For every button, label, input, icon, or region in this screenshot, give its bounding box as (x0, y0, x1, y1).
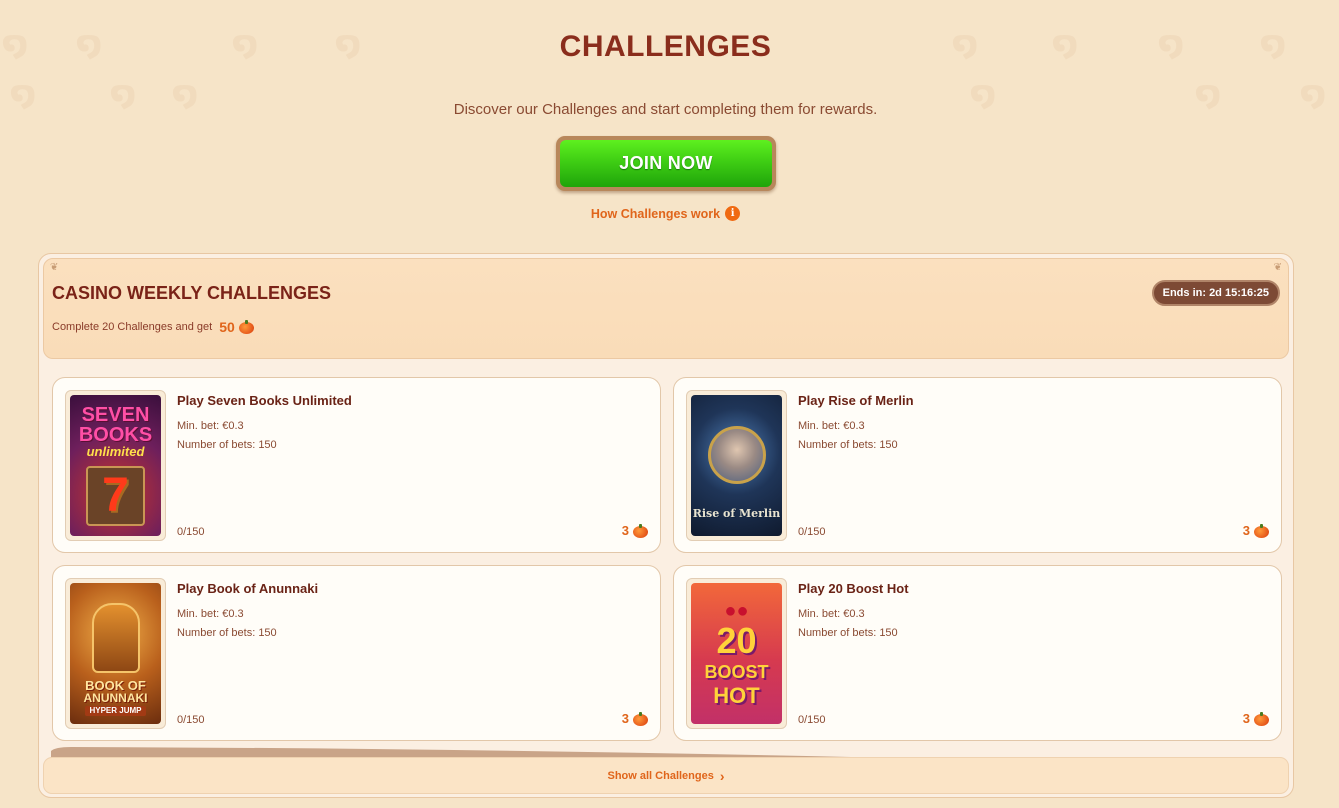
pumpkin-icon (238, 320, 254, 334)
challenge-name: Play Rise of Merlin (798, 393, 914, 408)
min-bet: Min. bet: €0.3 (177, 608, 244, 620)
show-all-label: Show all Challenges (607, 769, 714, 782)
challenge-reward: 3 (1243, 523, 1269, 538)
art-title-line: 20 (716, 619, 757, 661)
art-subtitle-line: HYPER JUMP (85, 706, 146, 716)
panel-subtitle: Complete 20 Challenges and get 50 (52, 319, 254, 335)
challenge-progress: 0/150 (177, 526, 205, 538)
ends-in-badge: Ends in: 2d 15:16:25 (1151, 280, 1280, 306)
challenge-reward: 3 (1243, 711, 1269, 726)
show-all-challenges-link[interactable]: Show all Challenges › (43, 757, 1289, 794)
chevron-right-icon: › (719, 767, 725, 784)
book-of-anunnaki-art: BOOK OF ANUNNAKI HYPER JUMP (70, 583, 161, 724)
cherry-icon: ●● (724, 599, 749, 622)
art-subtitle-line: HOT (713, 682, 760, 708)
pumpkin-icon (1254, 523, 1269, 538)
challenge-progress: 0/150 (798, 714, 826, 726)
number-of-bets: Number of bets: 150 (177, 627, 277, 639)
page-title: CHALLENGES (559, 30, 772, 63)
game-thumbnail[interactable]: BOOK OF ANUNNAKI HYPER JUMP (65, 578, 166, 729)
seven-symbol: 7 (86, 466, 145, 526)
pumpkin-icon (633, 523, 648, 538)
page-subtitle: Discover our Challenges and start comple… (453, 101, 878, 118)
challenge-progress: 0/150 (177, 714, 205, 726)
panel-reward-value: 50 (219, 319, 235, 335)
art-title-line: BOOKS (78, 424, 153, 446)
challenge-name: Play Book of Anunnaki (177, 581, 319, 596)
game-thumbnail[interactable]: Rise of Merlin (686, 390, 787, 541)
challenge-reward: 3 (622, 523, 648, 538)
panel-header: ❦ ❦ CASINO WEEKLY CHALLENGES Complete 20… (43, 258, 1289, 359)
boost-hot-art: ●● 20 BOOST HOT (691, 583, 782, 724)
challenge-reward-value: 3 (621, 523, 629, 538)
pumpkin-icon (1254, 711, 1269, 726)
art-title-line: ANUNNAKI (83, 691, 148, 705)
challenge-reward-value: 3 (621, 711, 629, 726)
challenge-reward-value: 3 (1242, 523, 1250, 538)
statue-figure (91, 603, 140, 673)
merlin-portrait (707, 426, 766, 484)
corner-ornament-icon: ❦ (1273, 262, 1282, 273)
challenge-name: Play 20 Boost Hot (798, 581, 909, 596)
challenge-card[interactable]: ●● 20 BOOST HOT Play 20 Boost Hot Min. b… (673, 565, 1282, 741)
art-subtitle-line: unlimited (86, 444, 145, 459)
art-title-line: BOOST (704, 661, 769, 682)
how-challenges-work-link[interactable]: How Challenges work i (0, 206, 1331, 221)
join-now-button[interactable]: JOIN NOW (556, 136, 776, 191)
challenge-reward-value: 3 (1242, 711, 1250, 726)
art-title-line: SEVEN (81, 404, 150, 426)
number-of-bets: Number of bets: 150 (798, 627, 898, 639)
min-bet: Min. bet: €0.3 (798, 608, 865, 620)
challenge-card[interactable]: Rise of Merlin Play Rise of Merlin Min. … (673, 377, 1282, 553)
info-icon: i (725, 206, 741, 221)
corner-ornament-icon: ❦ (50, 262, 59, 273)
weekly-challenges-panel: ❦ ❦ CASINO WEEKLY CHALLENGES Complete 20… (38, 253, 1294, 798)
join-now-label: JOIN NOW (560, 140, 772, 187)
challenge-reward: 3 (622, 711, 648, 726)
number-of-bets: Number of bets: 150 (177, 439, 277, 451)
panel-reward: 50 (219, 319, 254, 335)
game-thumbnail[interactable]: ●● 20 BOOST HOT (686, 578, 787, 729)
pumpkin-icon (633, 711, 648, 726)
seven-books-art: SEVEN BOOKS unlimited 7 (70, 395, 161, 536)
panel-subtitle-text: Complete 20 Challenges and get (52, 321, 213, 333)
challenge-progress: 0/150 (798, 526, 826, 538)
how-challenges-work-label: How Challenges work (590, 206, 721, 221)
challenge-card[interactable]: SEVEN BOOKS unlimited 7 Play Seven Books… (52, 377, 661, 553)
challenge-name: Play Seven Books Unlimited (177, 393, 352, 408)
art-title-line: Rise of Merlin (692, 507, 781, 520)
game-thumbnail[interactable]: SEVEN BOOKS unlimited 7 (65, 390, 166, 541)
challenge-card[interactable]: BOOK OF ANUNNAKI HYPER JUMP Play Book of… (52, 565, 661, 741)
rise-of-merlin-art: Rise of Merlin (691, 395, 782, 536)
panel-title: CASINO WEEKLY CHALLENGES (52, 283, 332, 303)
min-bet: Min. bet: €0.3 (177, 420, 244, 432)
min-bet: Min. bet: €0.3 (798, 420, 865, 432)
number-of-bets: Number of bets: 150 (798, 439, 898, 451)
